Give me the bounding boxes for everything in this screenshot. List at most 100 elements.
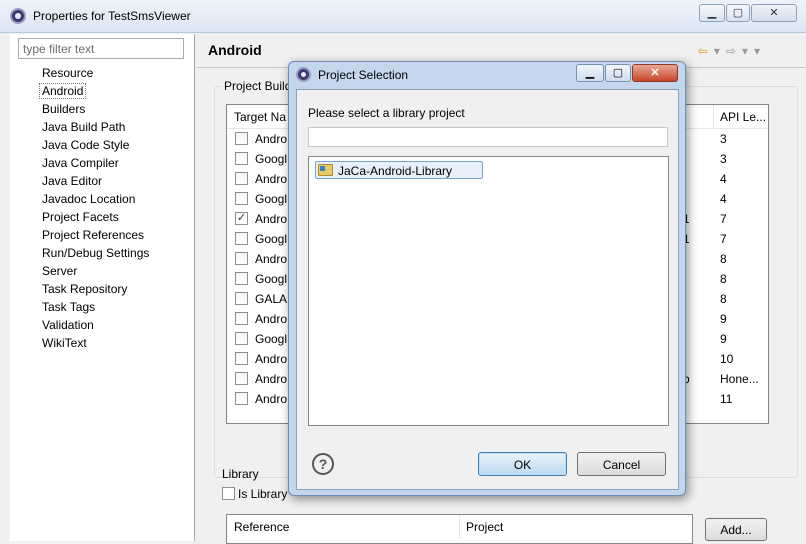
api-level-cell: 7 — [720, 212, 727, 226]
close-button[interactable]: ✕ — [751, 4, 797, 22]
column-divider — [713, 105, 714, 129]
window-titlebar: Properties for TestSmsViewer ▁ ▢ ✕ — [0, 0, 806, 33]
sidebar-item-label: Builders — [42, 102, 86, 116]
view-menu-icon[interactable]: ▾ — [754, 44, 766, 58]
target-checkbox[interactable] — [235, 352, 248, 365]
window-title: Properties for TestSmsViewer — [33, 9, 191, 23]
sidebar-item-javadoc-location[interactable]: Javadoc Location — [40, 192, 151, 210]
sidebar-item-project-references[interactable]: Project References — [40, 228, 151, 246]
sidebar-item-java-build-path[interactable]: Java Build Path — [40, 120, 151, 138]
target-checkbox[interactable] — [235, 172, 248, 185]
project-folder-icon — [318, 164, 333, 176]
api-level-cell: 7 — [720, 232, 727, 246]
sidebar-item-label: Resource — [42, 66, 94, 80]
target-name-cell: Andro — [255, 352, 288, 366]
target-checkbox[interactable] — [235, 132, 248, 145]
dialog-filter-input[interactable] — [308, 127, 668, 147]
sidebar-item-java-code-style[interactable]: Java Code Style — [40, 138, 151, 156]
api-level-cell: 9 — [720, 312, 727, 326]
api-level-cell: 8 — [720, 292, 727, 306]
dialog-minimize-button[interactable]: ▁ — [576, 64, 604, 82]
target-checkbox[interactable] — [235, 332, 248, 345]
target-checkbox[interactable] — [235, 192, 248, 205]
forward-menu-icon[interactable]: ▾ — [742, 44, 754, 58]
sidebar-item-label: Javadoc Location — [42, 192, 136, 206]
api-level-cell: 9 — [720, 332, 727, 346]
sidebar-item-project-facets[interactable]: Project Facets — [40, 210, 151, 228]
ok-button[interactable]: OK — [478, 452, 567, 476]
sidebar-item-label: Java Editor — [42, 174, 103, 188]
sidebar-item-label: Java Build Path — [42, 120, 126, 134]
help-icon[interactable]: ? — [312, 453, 334, 475]
project-build-label: Project Build — [222, 79, 294, 93]
filter-input[interactable] — [18, 38, 184, 59]
is-library-label: Is Library — [238, 487, 288, 501]
sidebar-item-server[interactable]: Server — [40, 264, 151, 282]
target-checkbox[interactable] — [235, 252, 248, 265]
list-item[interactable]: JaCa-Android-Library — [315, 161, 483, 179]
target-name-cell: Googl — [255, 232, 288, 246]
dialog-close-button[interactable]: ✕ — [632, 64, 678, 82]
target-checkbox[interactable] — [235, 372, 248, 385]
project-column-header[interactable]: Project — [466, 520, 503, 534]
sidebar-item-java-compiler[interactable]: Java Compiler — [40, 156, 151, 174]
back-menu-icon[interactable]: ▾ — [714, 44, 726, 58]
target-name-cell: Andro — [255, 372, 288, 386]
target-column-header[interactable]: Target Na — [234, 110, 286, 124]
sidebar-item-java-editor[interactable]: Java Editor — [40, 174, 151, 192]
target-checkbox[interactable] — [235, 292, 248, 305]
sidebar-item-android[interactable]: Android — [39, 83, 151, 102]
dialog-title: Project Selection — [318, 68, 409, 82]
api-column-header[interactable]: API Le... — [720, 110, 766, 124]
api-level-cell: 4 — [720, 192, 727, 206]
is-library-checkbox-row[interactable]: Is Library — [222, 487, 287, 501]
sidebar-item-validation[interactable]: Validation — [40, 318, 151, 336]
sidebar-item-label: Android — [39, 83, 87, 99]
api-level-cell: 10 — [720, 352, 734, 366]
target-name-cell: Andro — [255, 392, 288, 406]
sidebar-item-label: Java Code Style — [42, 138, 130, 152]
sidebar-item-task-tags[interactable]: Task Tags — [40, 300, 151, 318]
cancel-button[interactable]: Cancel — [577, 452, 666, 476]
sidebar-item-label: Java Compiler — [42, 156, 119, 170]
forward-arrow-icon[interactable]: ⇨ — [726, 44, 742, 58]
api-level-cell: 8 — [720, 252, 727, 266]
history-nav: ⇦▾⇨▾▾ — [698, 44, 766, 58]
target-checkbox[interactable]: ✓ — [235, 212, 248, 225]
page-title: Android — [208, 42, 262, 58]
api-level-cell: Hone... — [720, 372, 759, 386]
list-item-label: JaCa-Android-Library — [338, 164, 453, 178]
target-checkbox[interactable] — [235, 312, 248, 325]
dialog-app-icon — [296, 67, 311, 82]
sidebar-item-label: Project References — [42, 228, 145, 242]
reference-column-header[interactable]: Reference — [234, 520, 289, 534]
sidebar-item-builders[interactable]: Builders — [40, 102, 151, 120]
sidebar-item-task-repository[interactable]: Task Repository — [40, 282, 151, 300]
is-library-checkbox[interactable] — [222, 487, 235, 500]
minimize-button[interactable]: ▁ — [699, 4, 725, 22]
target-checkbox[interactable] — [235, 152, 248, 165]
add-library-button[interactable]: Add... — [705, 518, 767, 541]
sidebar-item-wikitext[interactable]: WikiText — [40, 336, 151, 354]
eclipse-app-icon — [10, 8, 26, 24]
target-name-cell: Andro — [255, 312, 288, 326]
api-level-cell: 4 — [720, 172, 727, 186]
target-name-cell: Andro — [255, 252, 288, 266]
sidebar-item-run-debug-settings[interactable]: Run/Debug Settings — [40, 246, 151, 264]
target-name-cell: Andro — [255, 212, 288, 226]
target-checkbox[interactable] — [235, 272, 248, 285]
target-name-cell: Googl — [255, 152, 288, 166]
target-checkbox[interactable] — [235, 232, 248, 245]
target-name-cell: Andro — [255, 132, 288, 146]
dialog-prompt: Please select a library project — [308, 106, 465, 120]
sidebar-item-label: Server — [42, 264, 78, 278]
maximize-button[interactable]: ▢ — [726, 4, 750, 22]
target-name-cell: Andro — [255, 172, 288, 186]
sidebar-item-resource[interactable]: Resource — [40, 66, 151, 84]
library-project-list[interactable]: JaCa-Android-Library — [308, 156, 669, 426]
target-checkbox[interactable] — [235, 392, 248, 405]
api-level-cell: 3 — [720, 132, 727, 146]
library-reference-table[interactable]: Reference Project — [226, 514, 693, 544]
dialog-maximize-button[interactable]: ▢ — [605, 64, 631, 82]
back-arrow-icon[interactable]: ⇦ — [698, 44, 714, 58]
